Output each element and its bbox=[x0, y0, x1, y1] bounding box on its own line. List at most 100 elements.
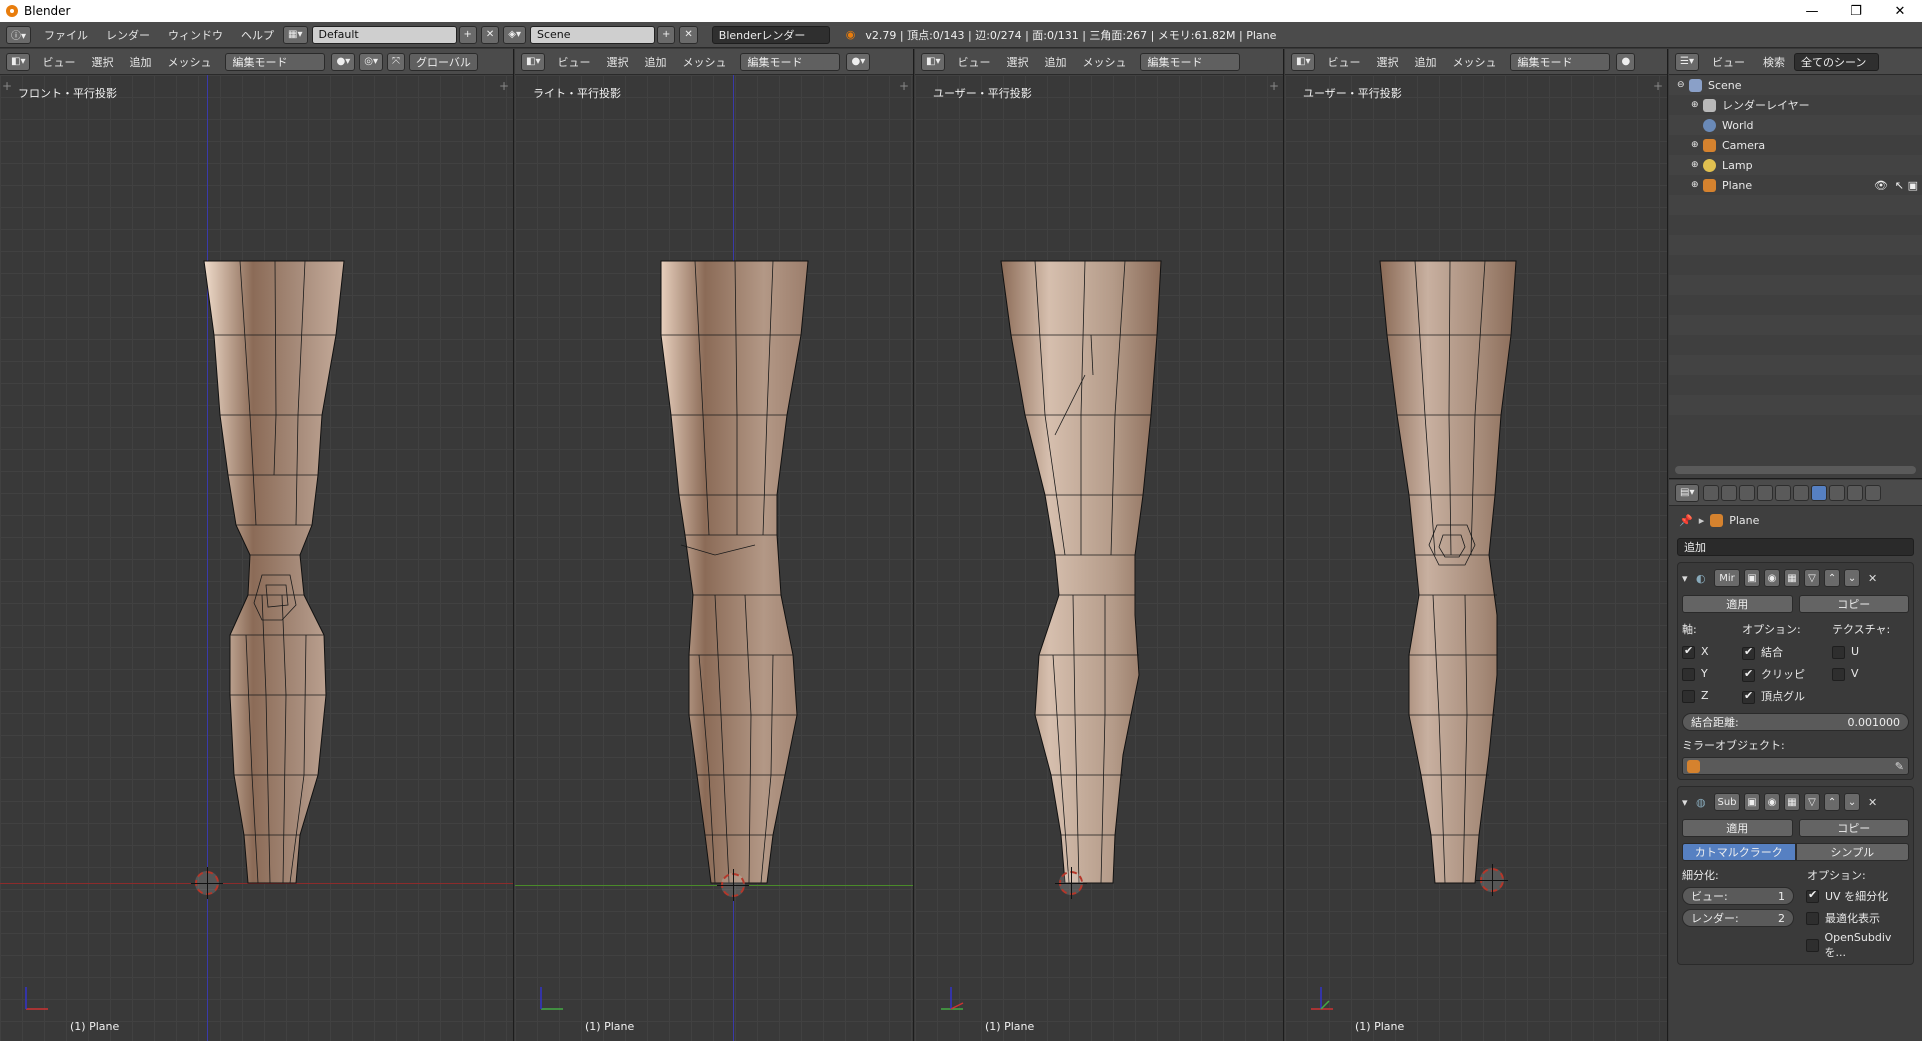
3d-cursor-icon[interactable] bbox=[1055, 867, 1087, 899]
add-layout-icon[interactable]: + bbox=[458, 25, 477, 44]
manipulator-icon[interactable]: ⤧ bbox=[386, 52, 405, 71]
menu-view[interactable]: ビュー bbox=[549, 54, 598, 70]
mode-selector[interactable]: 編集モード bbox=[225, 52, 326, 71]
pivot-icon[interactable]: ◎▾ bbox=[359, 52, 383, 71]
add-modifier-select[interactable]: 追加 bbox=[1677, 538, 1914, 556]
leg-mesh-user-1[interactable] bbox=[915, 75, 1284, 1041]
menu-select[interactable]: 選択 bbox=[598, 54, 636, 70]
viewport-right[interactable]: ◧▾ ビュー 選択 追加 メッシュ 編集モード ●▾ ライト・平行投影 + (1… bbox=[515, 49, 914, 1041]
outliner-item-render-layers[interactable]: ⊕ レンダーレイヤー bbox=[1669, 95, 1922, 115]
menu-view[interactable]: ビュー bbox=[1703, 54, 1754, 70]
scene-selector[interactable]: Scene bbox=[530, 25, 655, 44]
layers-tab-icon[interactable] bbox=[1721, 484, 1738, 501]
editor-type-properties-icon[interactable]: ▤▾ bbox=[1675, 483, 1700, 502]
render-toggle-icon[interactable]: ▣ bbox=[1744, 793, 1760, 811]
render-levels-field[interactable]: レンダー: 2 bbox=[1682, 909, 1794, 927]
remove-scene-icon[interactable]: ✕ bbox=[679, 25, 698, 44]
outliner-item-camera[interactable]: ⊕ Camera bbox=[1669, 135, 1922, 155]
optimal-display-checkbox[interactable] bbox=[1806, 911, 1819, 925]
render-engine-select[interactable]: Blenderレンダー bbox=[711, 25, 830, 44]
mode-selector[interactable]: 編集モード bbox=[740, 52, 841, 71]
layout-grid-icon[interactable]: ▦▾ bbox=[283, 25, 308, 44]
texture-tab-icon[interactable] bbox=[1865, 484, 1882, 501]
axis-y-checkbox[interactable] bbox=[1682, 667, 1695, 681]
orientation-selector[interactable]: グローバル bbox=[408, 52, 478, 71]
pin-icon[interactable]: 📌 bbox=[1679, 514, 1693, 527]
viewport-toggle-icon[interactable]: ◉ bbox=[1764, 793, 1780, 811]
outliner-item-scene[interactable]: ⊖ Scene bbox=[1669, 75, 1922, 95]
viewport-user-1[interactable]: ◧▾ ビュー 選択 追加 メッシュ 編集モード ユーザー・平行投影 + (1) … bbox=[915, 49, 1284, 1041]
mode-selector[interactable]: 編集モード bbox=[1510, 52, 1611, 71]
menu-view[interactable]: ビュー bbox=[34, 54, 83, 70]
leg-mesh-user-2[interactable] bbox=[1285, 75, 1668, 1041]
texture-v-checkbox[interactable] bbox=[1832, 667, 1845, 681]
clipping-checkbox[interactable] bbox=[1742, 667, 1755, 682]
viewport-toggle-icon[interactable]: ◉ bbox=[1764, 569, 1780, 587]
copy-button[interactable]: コピー bbox=[1798, 595, 1909, 613]
editor-type-3d-icon[interactable]: ◧▾ bbox=[921, 52, 946, 71]
remove-modifier-icon[interactable]: ✕ bbox=[1868, 796, 1877, 809]
viewport-user-2[interactable]: ◧▾ ビュー 選択 追加 メッシュ 編集モード ● ユーザー・平行投影 + (1… bbox=[1285, 49, 1668, 1041]
viewport-canvas[interactable]: フロント・平行投影 + + (1) Plane bbox=[0, 75, 513, 1041]
expand-icon[interactable]: ⊕ bbox=[1691, 180, 1703, 190]
editor-type-3d-icon[interactable]: ◧▾ bbox=[1291, 52, 1316, 71]
constraints-tab-icon[interactable] bbox=[1793, 484, 1810, 501]
eyedropper-icon[interactable]: ✎ bbox=[1895, 760, 1904, 773]
cage-toggle-icon[interactable]: ▽ bbox=[1804, 793, 1820, 811]
scene-tab-icon[interactable] bbox=[1739, 484, 1756, 501]
render-toggle-icon[interactable]: ▣ bbox=[1744, 569, 1760, 587]
merge-distance-field[interactable]: 結合距離: 0.001000 bbox=[1682, 713, 1909, 731]
add-scene-icon[interactable]: + bbox=[657, 25, 676, 44]
expand-icon[interactable]: ⊕ bbox=[1691, 100, 1703, 110]
mode-selector[interactable]: 編集モード bbox=[1140, 52, 1241, 71]
data-tab-icon[interactable] bbox=[1829, 484, 1846, 501]
cage-toggle-icon[interactable]: ▽ bbox=[1804, 569, 1820, 587]
menu-view[interactable]: ビュー bbox=[1319, 54, 1368, 70]
restore-button[interactable]: ❐ bbox=[1834, 0, 1878, 22]
remove-modifier-icon[interactable]: ✕ bbox=[1868, 572, 1877, 585]
catmull-clark-button[interactable]: カトマルクラーク bbox=[1682, 843, 1796, 861]
outliner-item-world[interactable]: World bbox=[1669, 115, 1922, 135]
shading-icon[interactable]: ● bbox=[1616, 52, 1636, 71]
menu-window[interactable]: ウィンドウ bbox=[159, 27, 232, 43]
mirror-object-field[interactable]: ✎ bbox=[1682, 757, 1909, 775]
menu-help[interactable]: ヘルプ bbox=[232, 27, 283, 43]
menu-mesh[interactable]: メッシュ bbox=[1074, 54, 1134, 70]
modifiers-tab-icon[interactable] bbox=[1811, 484, 1828, 501]
close-button[interactable]: ✕ bbox=[1878, 0, 1922, 22]
menu-view[interactable]: ビュー bbox=[949, 54, 998, 70]
visibility-eye-icon[interactable]: 👁 bbox=[1874, 179, 1888, 192]
scene-icon-button[interactable]: ◈▾ bbox=[503, 25, 526, 44]
viewport-front[interactable]: ◧▾ ビュー 選択 追加 メッシュ 編集モード ●▾ ◎▾ ⤧ グローバル フロ… bbox=[0, 49, 514, 1041]
viewport-canvas[interactable]: ライト・平行投影 + (1) Plane bbox=[515, 75, 913, 1041]
leg-mesh-front[interactable] bbox=[0, 75, 514, 1041]
copy-button[interactable]: コピー bbox=[1798, 819, 1909, 837]
3d-cursor-icon[interactable] bbox=[191, 867, 223, 899]
menu-add[interactable]: 追加 bbox=[1406, 54, 1444, 70]
menu-select[interactable]: 選択 bbox=[83, 54, 121, 70]
vertex-groups-checkbox[interactable] bbox=[1742, 689, 1755, 704]
editor-type-3d-icon[interactable]: ◧▾ bbox=[6, 52, 31, 71]
merge-checkbox[interactable] bbox=[1742, 645, 1755, 660]
uv-subdivide-checkbox[interactable] bbox=[1806, 888, 1819, 903]
menu-add[interactable]: 追加 bbox=[1036, 54, 1074, 70]
menu-mesh[interactable]: メッシュ bbox=[159, 54, 219, 70]
3d-cursor-icon[interactable] bbox=[1476, 864, 1508, 896]
menu-file[interactable]: ファイル bbox=[35, 27, 97, 43]
opensubdiv-checkbox[interactable] bbox=[1806, 939, 1819, 952]
axis-x-checkbox[interactable] bbox=[1682, 644, 1695, 659]
menu-mesh[interactable]: メッシュ bbox=[1444, 54, 1504, 70]
layout-selector[interactable]: Default bbox=[311, 25, 457, 44]
apply-button[interactable]: 適用 bbox=[1682, 595, 1793, 613]
select-arrow-icon[interactable]: ↖ bbox=[1895, 179, 1904, 192]
editmode-toggle-icon[interactable]: ▦ bbox=[1784, 569, 1800, 587]
shading-icon[interactable]: ●▾ bbox=[331, 52, 356, 71]
material-tab-icon[interactable] bbox=[1847, 484, 1864, 501]
object-tab-icon[interactable] bbox=[1775, 484, 1792, 501]
expand-icon[interactable]: ⊕ bbox=[1691, 160, 1703, 170]
shading-icon[interactable]: ●▾ bbox=[846, 52, 871, 71]
texture-u-checkbox[interactable] bbox=[1832, 645, 1845, 659]
menu-add[interactable]: 追加 bbox=[636, 54, 674, 70]
simple-button[interactable]: シンプル bbox=[1795, 843, 1909, 861]
editor-type-info-icon[interactable]: ⓘ▾ bbox=[6, 25, 32, 44]
